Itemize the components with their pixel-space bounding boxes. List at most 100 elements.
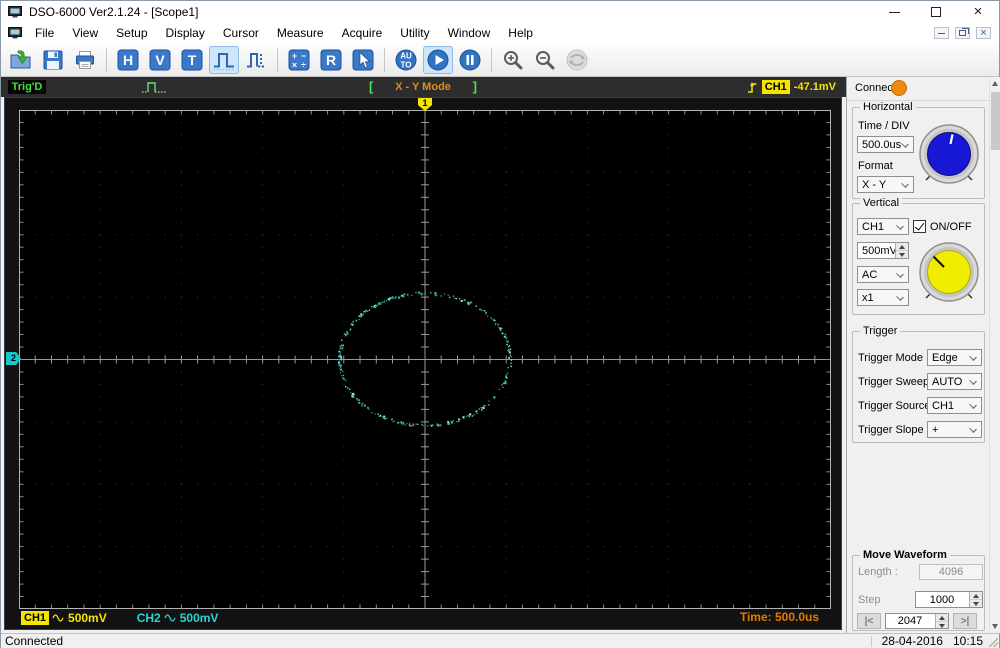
svg-text:TO: TO [401,60,412,69]
toolbar-math-functions-button[interactable]: + − × ÷ [284,46,314,74]
bracket-right: ] [472,79,477,94]
toolbar-horizontal-setup-button[interactable]: H [113,46,143,74]
toolbar-zoom-in-button[interactable] [498,46,528,74]
maximize-button[interactable] [915,1,957,23]
menu-acquire[interactable]: Acquire [333,24,392,42]
status-time: 10:15 [952,634,983,648]
vertical-scale-knob[interactable] [915,236,983,308]
go-first-button[interactable]: |< [857,613,881,629]
ch2-badge: CH2 [136,610,161,625]
toolbar-separator [277,47,278,72]
spin-down-icon[interactable] [970,600,982,607]
toolbar-cursor-select-button[interactable] [348,46,378,74]
toolbar-save-file-button[interactable] [38,46,68,74]
probe-dropdown[interactable]: x1 [857,289,909,306]
restore-icon [959,28,969,36]
application-window: DSO-6000 Ver2.1.24 - [Scope1] × File View… [0,0,1000,648]
toolbar-continuous-waveform-button[interactable] [241,46,271,74]
onoff-checkbox[interactable] [913,220,926,233]
chevron-down-icon [901,180,909,188]
ch2-scale: 500mV [179,610,219,625]
child-minimize-button[interactable] [934,27,949,39]
toolbar-auto-set-button[interactable]: AU TO [391,46,421,74]
spin-up-icon[interactable] [936,614,948,622]
scroll-up-icon[interactable] [990,77,1000,90]
trigger-mode-value: Edge [932,351,958,364]
toolbar-separator [491,47,492,72]
scope-display[interactable]: 1 2 CH1 500mV CH2 500mV Time: 500.0us [4,97,842,630]
format-dropdown[interactable]: X - Y [857,176,914,193]
close-button[interactable]: × [957,1,999,23]
toolbar-pause-button[interactable] [455,46,485,74]
toolbar: H V T + − × ÷ R AU TO [1,43,999,77]
step-spinner[interactable]: 1000 [915,591,983,608]
menu-measure[interactable]: Measure [268,24,333,42]
time-div-dropdown[interactable]: 500.0us [857,136,914,153]
menu-file[interactable]: File [26,24,63,42]
menu-help[interactable]: Help [499,24,542,42]
trigger-group-title: Trigger [860,325,901,337]
trigger-status-strip: Trig'D [ X - Y Mode ] CH1 -47.1mV [1,77,846,97]
spin-down-icon[interactable] [896,251,908,258]
chevron-down-icon [969,353,977,361]
svg-text:T: T [188,52,197,68]
menu-utility[interactable]: Utility [391,24,438,42]
chevron-down-icon [896,270,904,278]
toolbar-separator [384,47,385,72]
spin-down-icon[interactable] [936,621,948,628]
toolbar-print-button[interactable] [70,46,100,74]
connect-indicator[interactable] [891,80,907,96]
step-label: Step [858,594,881,606]
toolbar-trigger-setup-button[interactable]: T [177,46,207,74]
bracket-left: [ [369,79,374,94]
scale-spinner[interactable]: 500mV [857,242,909,259]
graticule-svg [19,110,831,609]
trigger-source-label: Trigger Source [858,400,931,412]
menu-setup[interactable]: Setup [107,24,156,42]
child-restore-button[interactable] [955,27,970,39]
chevron-down-icon [896,293,904,301]
go-last-button[interactable]: >| [953,613,977,629]
toolbar-transfer-button [562,46,592,74]
menu-view[interactable]: View [63,24,107,42]
spin-up-icon[interactable] [970,592,982,600]
toolbar-separator [106,47,107,72]
trigger-slope-label: Trigger Slope [858,424,924,436]
toolbar-vertical-setup-button[interactable]: V [145,46,175,74]
chevron-down-icon [901,140,909,148]
menu-display[interactable]: Display [157,24,214,42]
position-spinner[interactable]: 2047 [885,613,949,629]
toolbar-run-button[interactable] [423,45,453,74]
minimize-button[interactable] [873,1,915,23]
chevron-down-icon [969,425,977,433]
trigger-mode-dropdown[interactable]: Edge [927,349,982,366]
time-div-knob[interactable] [915,118,983,190]
svg-text:÷: ÷ [301,60,306,70]
mode-label: X - Y Mode [395,80,451,93]
panel-scrollbar[interactable] [989,77,1000,633]
ac-sine-icon [52,613,64,622]
resize-grip[interactable] [987,636,998,647]
toolbar-zoom-out-button[interactable] [530,46,560,74]
toolbar-open-file-button[interactable] [6,46,36,74]
scrollbar-thumb[interactable] [991,92,1000,150]
spinner-arrows [895,243,908,258]
trigger-slope-dropdown[interactable]: + [927,421,982,438]
child-close-button[interactable]: × [976,27,991,39]
probe-value: x1 [862,291,874,304]
trigger-status: Trig'D [8,80,46,94]
svg-text:V: V [155,52,165,68]
horizontal-group-title: Horizontal [860,101,916,113]
trigger-sweep-dropdown[interactable]: AUTO [927,373,982,390]
close-icon: × [973,3,983,20]
toolbar-single-waveform-button[interactable] [209,45,239,74]
coupling-dropdown[interactable]: AC [857,266,909,283]
menu-window[interactable]: Window [439,24,500,42]
scroll-down-icon[interactable] [990,620,1000,633]
toolbar-refresh-button[interactable]: R [316,46,346,74]
trigger-source-dropdown[interactable]: CH1 [927,397,982,414]
spin-up-icon[interactable] [896,243,908,251]
menu-cursor[interactable]: Cursor [214,24,268,42]
channel-dropdown[interactable]: CH1 [857,218,909,235]
ac-sine-icon [164,613,176,622]
